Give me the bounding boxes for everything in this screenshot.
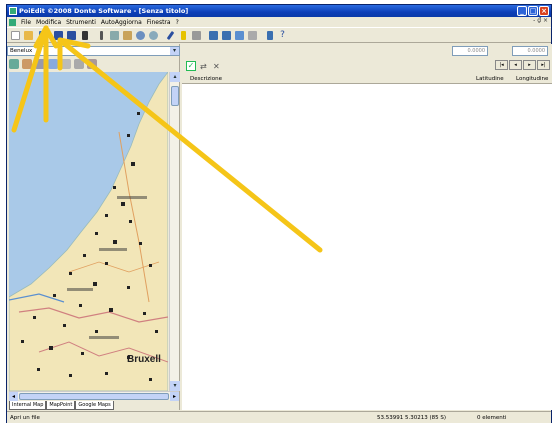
record-navigation: |◂ ◂ ▸ ▸| (495, 60, 550, 70)
scroll-right-icon[interactable]: ▸ (170, 392, 179, 401)
app-icon[interactable] (9, 7, 17, 15)
map-source-tabs: Internal Map MapPoint Google Maps (9, 401, 114, 410)
menu-file[interactable]: File (21, 19, 31, 26)
scroll-up-icon[interactable]: ▴ (170, 72, 180, 82)
scroll-down-icon[interactable]: ▾ (170, 381, 180, 391)
status-message: Apri un file (10, 415, 40, 421)
zoom-in-icon[interactable] (9, 59, 19, 69)
map-region-value: Benelux (10, 48, 33, 54)
pan-icon[interactable] (35, 59, 45, 69)
tab-internal-map[interactable]: Internal Map (9, 401, 47, 410)
coord-field-1[interactable]: 0.0000 (452, 46, 488, 56)
menu-help[interactable]: ? (176, 19, 179, 26)
map-canvas: Bruxell (9, 72, 168, 391)
column-latitudine[interactable]: Latitudine (476, 74, 504, 84)
copy-icon[interactable] (108, 29, 121, 42)
next-record-button[interactable]: ▸ (523, 60, 536, 70)
layers-icon[interactable] (233, 29, 246, 42)
map-city-label: Bruxell (127, 354, 161, 365)
list-column-header: Descrizione Latitudine Longitudine (182, 74, 552, 84)
prev-record-button[interactable]: ◂ (509, 60, 522, 70)
poi-list-pane: 0.0000 0.0000 ✓ ⇄ ✕ |◂ ◂ ▸ ▸| Descrizion… (182, 44, 552, 410)
zoom-out-icon[interactable] (22, 59, 32, 69)
poi-list[interactable] (182, 84, 552, 410)
cut-icon[interactable] (95, 29, 108, 42)
mdi-controls[interactable]: - ₫ × (533, 17, 548, 24)
open-file-icon[interactable] (35, 29, 48, 42)
zoom-icon[interactable] (147, 29, 160, 42)
measure-icon[interactable] (61, 59, 71, 69)
title-bar[interactable]: PoiEdit ©2008 Donte Software - [Senza ti… (7, 5, 551, 17)
split-view-icon[interactable] (220, 29, 233, 42)
properties-icon[interactable] (190, 29, 203, 42)
save-as-icon[interactable] (65, 29, 78, 42)
link-icon[interactable]: ⇄ (200, 62, 209, 71)
column-descrizione[interactable]: Descrizione (190, 74, 222, 84)
hscroll-thumb[interactable] (19, 393, 169, 400)
minimize-button[interactable]: _ (517, 6, 527, 16)
open-folder-icon[interactable] (22, 29, 35, 42)
window-controls: _ □ × (517, 6, 549, 16)
tab-google-maps[interactable]: Google Maps (75, 401, 114, 410)
document-icon[interactable] (9, 18, 16, 26)
app-window: PoiEdit ©2008 Donte Software - [Senza ti… (6, 4, 552, 423)
map-toolbar (7, 57, 180, 71)
find-icon[interactable] (134, 29, 147, 42)
paste-icon[interactable] (121, 29, 134, 42)
select-icon[interactable] (48, 59, 58, 69)
close-button[interactable]: × (539, 6, 549, 16)
edit-pencil-icon[interactable] (164, 29, 177, 42)
map-vertical-scrollbar[interactable]: ▴ ▾ (169, 72, 180, 391)
chevron-down-icon[interactable]: ▾ (170, 47, 179, 55)
coord-field-2[interactable]: 0.0000 (512, 46, 548, 56)
tab-mappoint[interactable]: MapPoint (46, 401, 76, 410)
scroll-left-icon[interactable]: ◂ (9, 392, 18, 401)
last-record-button[interactable]: ▸| (537, 60, 550, 70)
menu-bar: File Modifica Strumenti AutoAggiorna Fin… (7, 17, 551, 27)
menu-strumenti[interactable]: Strumenti (66, 19, 96, 26)
flag-icon[interactable] (177, 29, 190, 42)
maximize-button[interactable]: □ (528, 6, 538, 16)
map-view[interactable]: Bruxell (9, 72, 168, 391)
save-icon[interactable] (52, 29, 65, 42)
status-count: 0 elementi (477, 415, 507, 421)
column-longitudine[interactable]: Longitudine (516, 74, 548, 84)
menu-finestra[interactable]: Finestra (147, 19, 171, 26)
checkmark-icon[interactable]: ✓ (186, 61, 196, 71)
info-icon[interactable] (263, 29, 276, 42)
settings-icon[interactable] (246, 29, 259, 42)
map-horizontal-scrollbar[interactable]: ◂ ▸ (9, 391, 179, 401)
menu-modifica[interactable]: Modifica (36, 19, 61, 26)
main-toolbar: ? (7, 27, 551, 43)
list-view-icon[interactable] (207, 29, 220, 42)
scroll-thumb[interactable] (171, 86, 179, 106)
menu-autoaggiorna[interactable]: AutoAggiorna (101, 19, 142, 26)
map-settings-icon[interactable] (87, 59, 97, 69)
help-icon[interactable]: ? (276, 29, 289, 42)
first-record-button[interactable]: |◂ (495, 60, 508, 70)
map-region-select[interactable]: Benelux ▾ (7, 46, 180, 56)
map-pane: Benelux ▾ Bruxell ▴ ▾ ◂ ▸ Internal Map M… (7, 44, 180, 410)
coordinate-bar: 0.0000 0.0000 (182, 44, 552, 58)
window-title: PoiEdit ©2008 Donte Software - [Senza ti… (19, 7, 189, 15)
status-bar: Apri un file 53.53991 5.30213 (85 S) 0 e… (7, 411, 551, 423)
map-print-icon[interactable] (74, 59, 84, 69)
new-file-icon[interactable] (9, 29, 22, 42)
delete-icon[interactable]: ✕ (213, 62, 222, 71)
status-coordinates: 53.53991 5.30213 (85 S) (377, 415, 447, 421)
gps-device-icon[interactable] (78, 29, 91, 42)
